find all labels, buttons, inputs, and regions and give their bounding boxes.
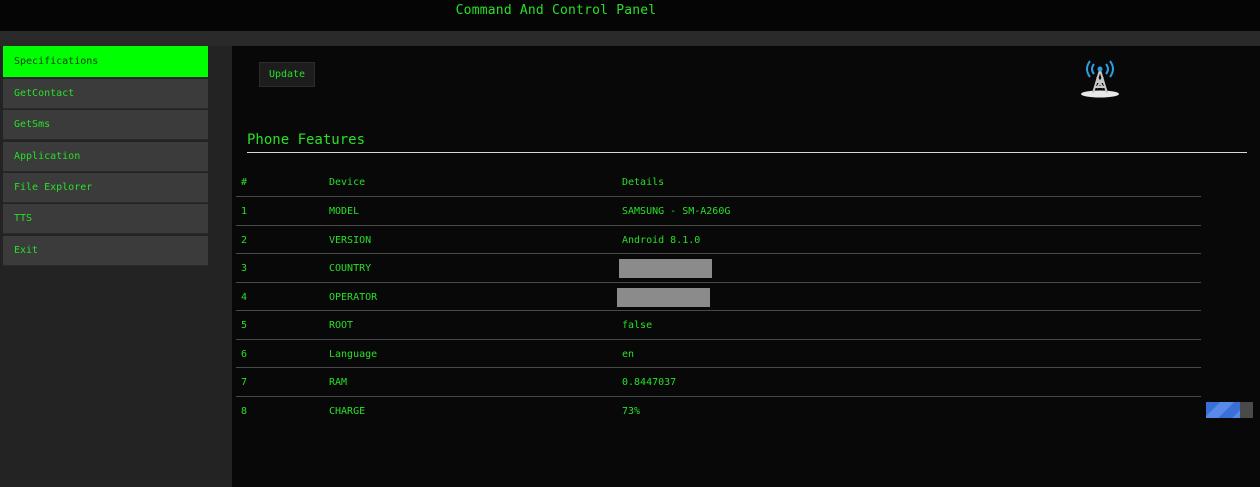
row-device: ROOT — [329, 320, 354, 331]
table-row: 4 OPERATOR — [236, 283, 1201, 311]
charge-progress-bar — [1206, 402, 1253, 418]
row-device: COUNTRY — [329, 263, 372, 274]
row-details: en — [622, 348, 635, 360]
table-row: 5 ROOT false — [236, 311, 1201, 340]
table-header-row: # Device Details — [236, 168, 1201, 197]
charge-progress-fill — [1206, 402, 1241, 418]
sidebar-item-tts[interactable]: TTS — [3, 204, 208, 234]
row-device: OPERATOR — [329, 291, 378, 303]
row-index: 4 — [241, 291, 248, 303]
table-row: 1 MODEL SAMSUNG - SM-A260G — [236, 197, 1201, 226]
top-bar: Command And Control Panel — [0, 0, 1260, 31]
table-row: 6 Language en — [236, 340, 1201, 368]
row-details: SAMSUNG - SM-A260G — [622, 206, 731, 217]
sidebar: Specifications GetContact GetSms Applica… — [0, 46, 232, 487]
sidebar-item-application[interactable]: Application — [3, 142, 208, 172]
section-divider — [247, 152, 1247, 153]
row-index: 5 — [241, 320, 248, 331]
main-content: Update Phone Features # Device Details 1… — [232, 46, 1260, 487]
header-device: Device — [329, 177, 366, 188]
section-title: Phone Features — [247, 132, 366, 148]
row-device: MODEL — [329, 206, 360, 217]
sidebar-item-getsms[interactable]: GetSms — [3, 110, 208, 140]
row-index: 8 — [241, 405, 248, 417]
row-device: RAM — [329, 377, 348, 388]
sidebar-item-getcontact[interactable]: GetContact — [3, 79, 208, 109]
table-row: 2 VERSION Android 8.1.0 — [236, 226, 1201, 254]
row-details: Android 8.1.0 — [622, 234, 701, 246]
row-index: 3 — [241, 263, 248, 274]
header-index: # — [241, 177, 248, 188]
update-button[interactable]: Update — [259, 62, 315, 87]
row-details: 73% — [622, 405, 641, 417]
sidebar-item-exit[interactable]: Exit — [3, 236, 208, 266]
features-table: # Device Details 1 MODEL SAMSUNG - SM-A2… — [236, 168, 1201, 425]
header-details: Details — [622, 177, 665, 188]
page-title: Command And Control Panel — [455, 3, 657, 18]
row-details: false — [622, 320, 653, 331]
row-index: 1 — [241, 206, 248, 217]
redacted-value — [617, 287, 710, 307]
sidebar-item-file-explorer[interactable]: File Explorer — [3, 173, 208, 203]
row-index: 7 — [241, 377, 248, 388]
radio-tower-icon — [1081, 60, 1119, 98]
sidebar-item-specifications[interactable]: Specifications — [3, 46, 208, 78]
row-device: CHARGE — [329, 405, 366, 417]
header-strip — [0, 31, 1260, 46]
table-row: 7 RAM 0.8447037 — [236, 368, 1201, 397]
row-details: 0.8447037 — [622, 377, 677, 388]
table-row: 3 COUNTRY — [236, 254, 1201, 283]
redacted-value — [619, 259, 712, 278]
row-device: VERSION — [329, 234, 372, 246]
row-index: 6 — [241, 348, 248, 360]
table-row: 8 CHARGE 73% — [236, 397, 1201, 426]
row-index: 2 — [241, 234, 248, 246]
row-device: Language — [329, 348, 378, 360]
